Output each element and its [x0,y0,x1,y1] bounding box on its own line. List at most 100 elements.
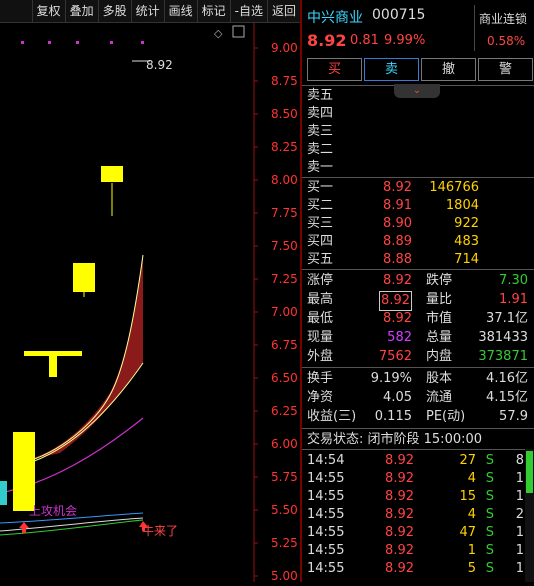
sector-name: 商业连锁 [479,12,528,26]
y-tick-label: 5.75 [271,470,298,484]
quote-label: 量比 [426,292,453,307]
tick-count: 1 [515,543,524,558]
candlestick-chart[interactable]: ◇ 8.92 上攻机会 牛来了 9.00 8.75 8.50 8.25 8.00 7.75… [0,23,300,583]
buy-button[interactable]: 买 [307,58,362,81]
tick-row: 14:55 8.92 5 S 1 [302,560,524,578]
cancel-button[interactable]: 撤 [421,58,476,81]
fundamental-label: 股本 [426,371,453,386]
tick-scrollbar[interactable] [525,449,534,582]
buy-level-row[interactable]: 买四 8.89 483 [302,233,534,251]
tick-count: 1 [515,525,524,540]
stock-code: 000715 [372,7,426,23]
sell-button[interactable]: 卖 [364,58,419,81]
annotation-buy: 上攻机会 [29,504,77,518]
fundamental-value: 4.05 [383,390,412,405]
diamond-icon[interactable]: ◇ [214,27,223,40]
quote-value: 7.30 [499,273,528,288]
candle [0,481,7,505]
buy-level-row[interactable]: 买二 8.91 1804 [302,197,534,215]
candle [24,351,82,356]
toolbar-button[interactable]: -自选 [229,0,267,22]
tick-volume: 15 [459,489,476,504]
separator [302,177,534,178]
quote-label: 总量 [426,330,453,345]
sell-level-row[interactable]: 卖五 [302,87,534,105]
fundamental-value: 4.16亿 [486,371,528,386]
quote-value: 37.1亿 [486,311,528,326]
tick-time: 14:55 [307,471,345,486]
candle [49,356,57,377]
candle [13,432,35,511]
tick-count: 1 [515,561,524,576]
y-tick-label: 8.50 [271,107,298,121]
tick-row: 14:55 8.92 47 S 1 [302,524,524,542]
tick-time: 14:55 [307,507,345,522]
sell-level-label: 卖三 [307,124,334,139]
sell-level-row[interactable]: 卖二 [302,141,534,159]
tick-side: S [485,525,494,540]
quote-value: 8.92 [383,273,412,288]
sell-level-label: 卖四 [307,106,334,121]
tick-volume: 27 [459,453,476,468]
y-tick-label: 7.75 [271,206,298,220]
sell-level-row[interactable]: 卖一 [302,159,534,177]
buy-level-row[interactable]: 买一 8.92 146766 [302,179,534,197]
tick-side: S [485,561,494,576]
sell-level-label: 卖二 [307,142,334,157]
y-tick-label: 8.75 [271,74,298,88]
scrollbar-thumb[interactable] [526,451,533,493]
toolbar-button[interactable]: 复权 [31,0,65,22]
buy-level-row[interactable]: 买五 8.88 714 [302,251,534,269]
quote-label: 最高 [307,292,334,307]
toolbar-button[interactable]: 标记 [196,0,230,22]
toolbar-button[interactable]: 叠加 [64,0,98,22]
toolbar-button[interactable]: 统计 [130,0,164,22]
tick-price: 8.92 [385,525,414,540]
y-tick-label: 9.00 [271,41,298,55]
tick-side: S [485,507,494,522]
sell-level-label: 卖一 [307,160,334,175]
separator [302,449,534,450]
buy-level-volume: 714 [454,252,479,267]
buy-level-price: 8.89 [383,234,412,249]
sell-level-row[interactable]: 卖三 [302,123,534,141]
quote-value: 373871 [478,349,528,364]
tick-volume: 4 [467,507,476,522]
annotation-cow: 牛来了 [142,523,178,538]
buy-level-label: 买四 [307,234,334,249]
alert-button[interactable]: 警 [478,58,533,81]
sector-box[interactable]: 商业连锁 0.58% [474,5,533,51]
stock-header: 中兴商业 000715 8.92 0.81 9.99% 商业连锁 0.58% [302,0,534,55]
tick-volume: 5 [467,561,476,576]
buy-level-label: 买一 [307,180,334,195]
quote-row: 外盘 7562 内盘 373871 [302,348,534,366]
fundamental-value: 9.19% [370,371,412,386]
y-tick-label: 8.25 [271,140,298,154]
y-tick-label: 7.00 [271,305,298,319]
candle [101,166,123,182]
tick-row: 14:55 8.92 4 S 2 [302,506,524,524]
buy-level-volume: 922 [454,216,479,231]
toolbar-button[interactable]: 返回 [266,0,300,22]
toolbar-button[interactable]: 画线 [163,0,197,22]
current-price: 8.92 [307,31,347,50]
stock-name[interactable]: 中兴商业 [307,7,363,27]
window-icon[interactable] [232,25,245,38]
y-tick-label: 5.25 [271,536,298,550]
fundamental-value: 4.15亿 [486,390,528,405]
fundamental-row: 净资 4.05 流通 4.15亿 [302,389,534,407]
sell-level-row[interactable]: 卖四 [302,105,534,123]
tick-volume: 47 [459,525,476,540]
quote-label: 涨停 [307,273,334,288]
y-tick-label: 7.25 [271,272,298,286]
buy-level-row[interactable]: 买三 8.90 922 [302,215,534,233]
toolbar-button[interactable]: 多股 [97,0,131,22]
fundamental-row: 收益(三) 0.115 PE(动) 57.9 [302,408,534,426]
y-tick-label: 6.50 [271,371,298,385]
price-change: 0.81 [350,33,379,48]
buy-level-volume: 146766 [429,180,479,195]
fundamental-label: 净资 [307,390,334,405]
quote-value: 582 [387,330,412,345]
y-tick-label: 5.50 [271,503,298,517]
trade-buttons: 买 卖 撤 警 [302,58,534,82]
